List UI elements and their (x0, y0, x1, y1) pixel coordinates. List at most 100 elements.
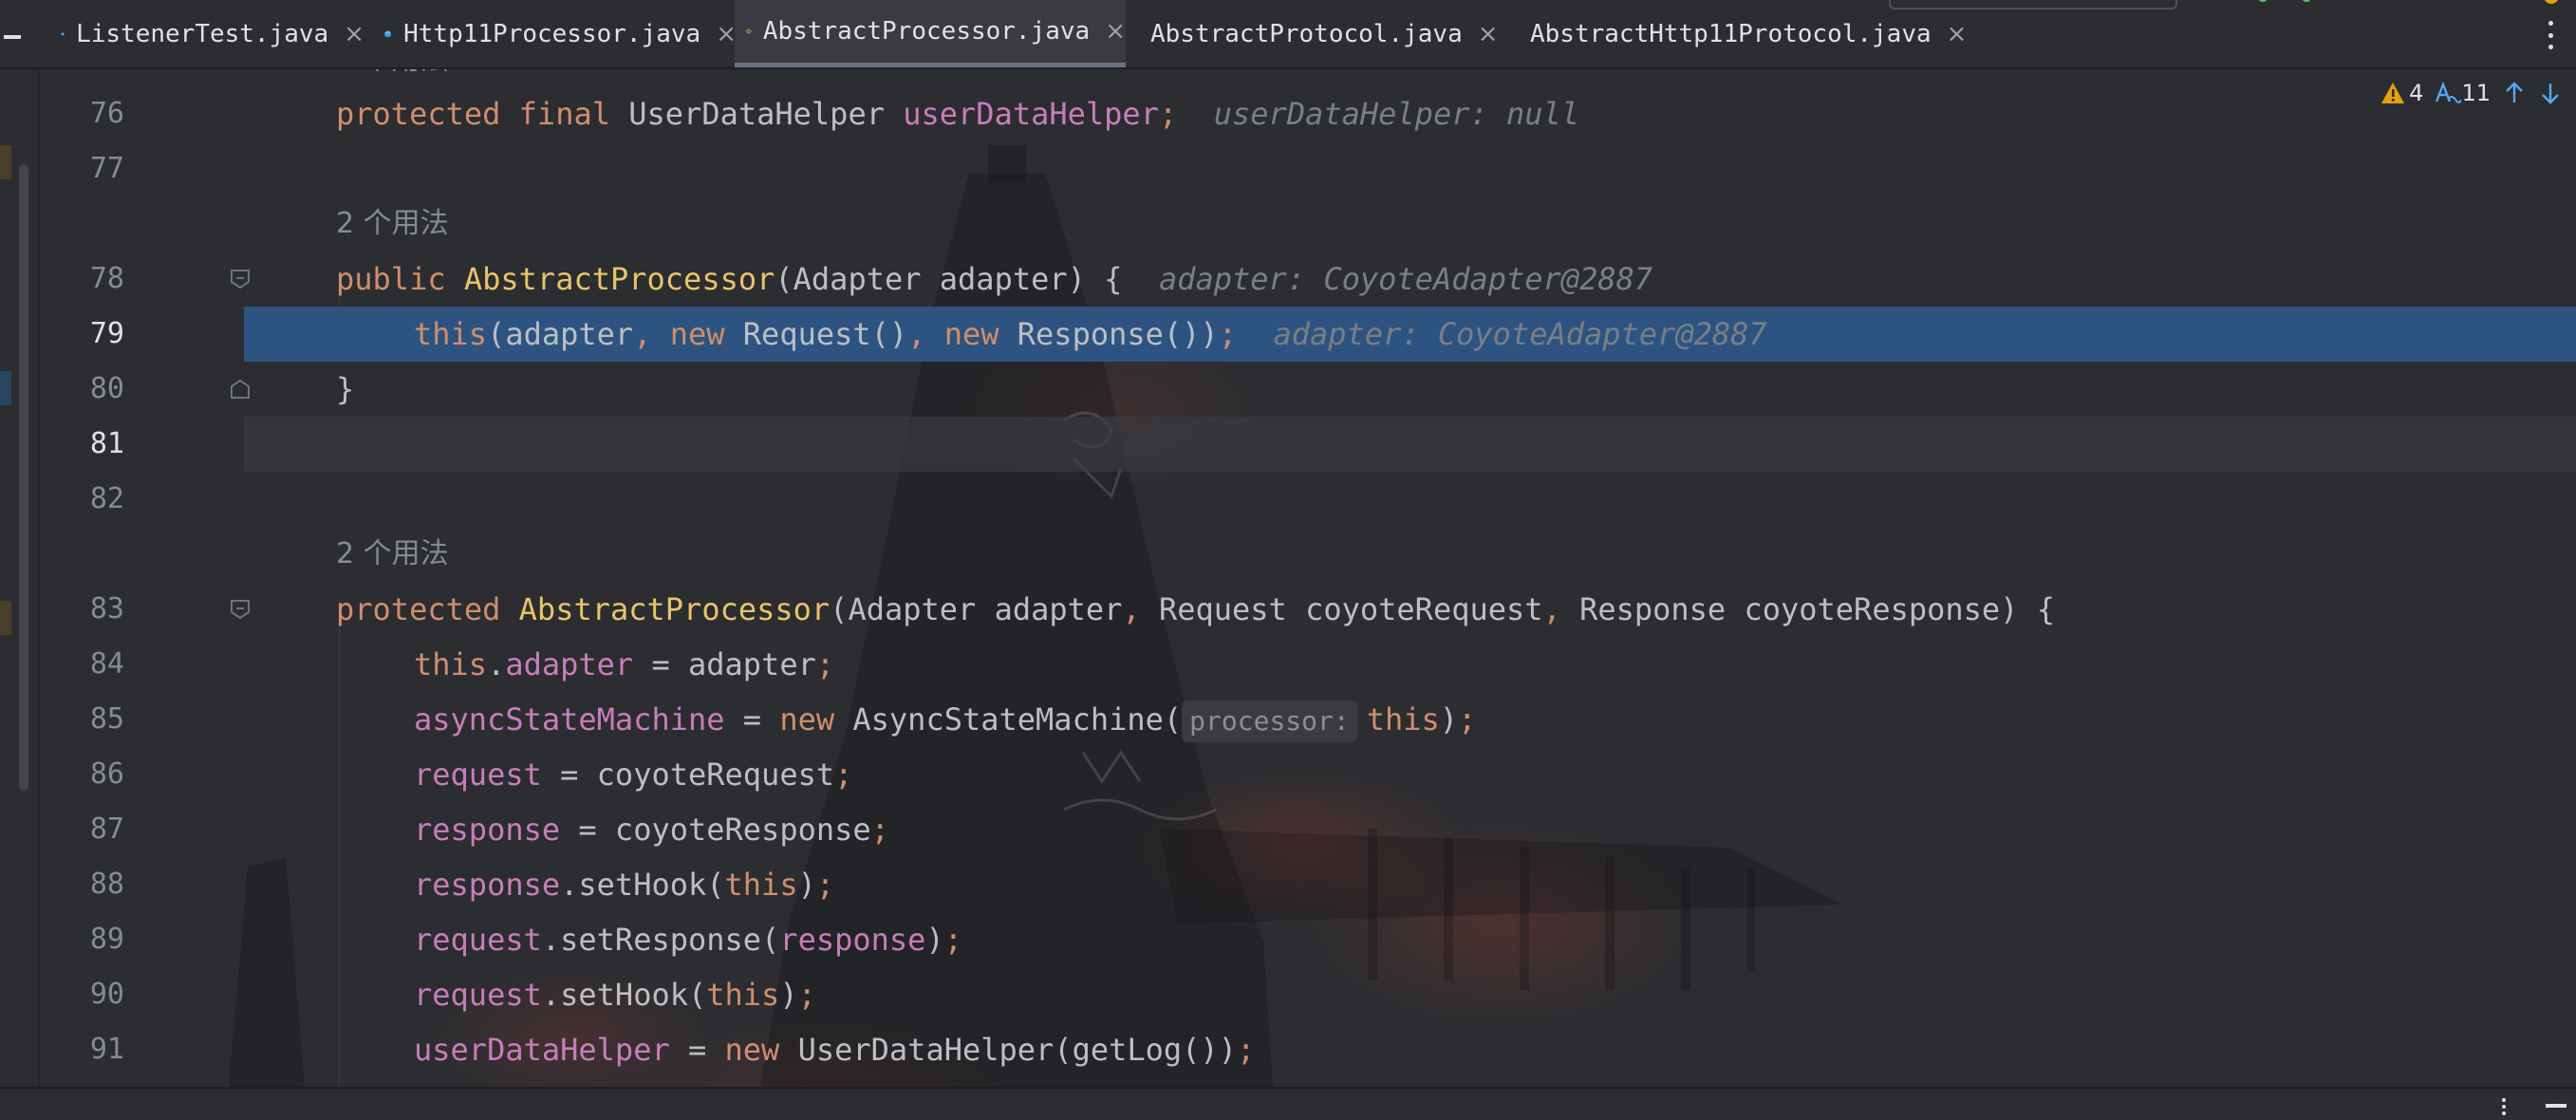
line-number[interactable]: 78 (67, 252, 124, 307)
tab-label: ListenerTest.java (76, 19, 329, 48)
code-line-84[interactable]: 84 this.adapter = adapter; (39, 637, 2576, 692)
code-line-77[interactable]: 77 (39, 141, 2576, 196)
line-number[interactable]: 85 (67, 692, 124, 747)
tab-menu-icon[interactable] (0, 28, 25, 46)
code-line-79-execution-point[interactable]: 79 this(adapter, new Request(), new Resp… (39, 307, 2576, 362)
code-text: protected AbstractProcessor(Adapter adap… (336, 591, 2055, 627)
tab-abstractprotocol[interactable]: AbstractProtocol.java × (1139, 0, 1499, 67)
line-number[interactable]: 76 (67, 86, 124, 141)
close-icon[interactable]: × (716, 20, 737, 48)
code-line-88[interactable]: 88 response.setHook(this); (39, 857, 2576, 912)
line-number[interactable]: 77 (67, 141, 124, 196)
code-text: public AbstractProcessor(Adapter adapter… (336, 261, 1653, 297)
fold-icon[interactable] (229, 598, 252, 621)
usage-hint-row: 2 个用法 (39, 196, 2576, 252)
more-tabs-icon[interactable] (2544, 21, 2557, 49)
line-number[interactable]: 80 (67, 362, 124, 417)
debug-inline-value: adapter: CoyoteAdapter@2887 (1158, 261, 1653, 297)
close-icon[interactable]: × (1947, 20, 1968, 48)
code-text: request = coyoteRequest; (414, 756, 853, 793)
tab-label: Http11Processor.java (403, 19, 701, 48)
usage-hint[interactable]: 2 个用法 (336, 196, 449, 252)
line-number[interactable]: 88 (67, 857, 124, 912)
line-number[interactable]: 83 (67, 582, 124, 637)
code-line-86[interactable]: 86 request = coyoteRequest; (39, 747, 2576, 802)
code-line-87[interactable]: 87 response = coyoteResponse; (39, 802, 2576, 857)
code-text: asyncStateMachine = new AsyncStateMachin… (414, 692, 1476, 747)
code-text: protected final UserDataHelper userDataH… (336, 96, 1580, 132)
left-marker (0, 371, 11, 405)
next-highlight-button[interactable] (2538, 81, 2563, 105)
tab-abstracthttp11protocol[interactable]: AbstractHttp11Protocol.java × (1519, 0, 1967, 67)
left-tool-strip: J (0, 69, 39, 1087)
usage-hint-row: 2 个用法 (39, 527, 2576, 582)
weak-warning-icon (2436, 81, 2462, 103)
fold-icon[interactable] (229, 268, 252, 290)
weak-warnings-counter[interactable]: 11 (2435, 80, 2491, 106)
arrow-up-icon (2506, 82, 2523, 103)
code-line-82[interactable]: 82 (39, 472, 2576, 527)
tab-label: AbstractHttp11Protocol.java (1530, 19, 1932, 48)
bottom-toolbar (0, 1087, 2576, 1120)
java-class-icon (384, 29, 391, 38)
code-line-78[interactable]: 78 public AbstractProcessor(Adapter adap… (39, 252, 2576, 307)
more-options-icon[interactable] (2502, 1098, 2508, 1115)
tab-label: AbstractProtocol.java (1150, 19, 1463, 48)
previous-highlight-button[interactable] (2502, 81, 2527, 105)
line-number[interactable]: 86 (67, 747, 124, 802)
line-number[interactable]: 90 (67, 967, 124, 1022)
close-icon[interactable]: × (344, 20, 364, 48)
usage-hint[interactable]: 1 个用法 (336, 69, 449, 88)
code-text: this.adapter = adapter; (414, 646, 835, 682)
left-scrollbar[interactable] (19, 164, 28, 791)
line-number[interactable]: 91 (67, 1022, 124, 1077)
abstract-class-icon (746, 28, 752, 34)
java-class-icon (61, 31, 65, 36)
code-line-85[interactable]: 85 asyncStateMachine = new AsyncStateMac… (39, 692, 2576, 747)
code-text: response.setHook(this); (414, 867, 835, 903)
close-icon[interactable]: × (1478, 20, 1499, 48)
code-line-91[interactable]: 91 userDataHelper = new UserDataHelper(g… (39, 1022, 2576, 1077)
code-text: response = coyoteResponse; (414, 812, 889, 848)
tab-label: AbstractProcessor.java (762, 17, 1091, 46)
warning-icon (2381, 83, 2405, 103)
arrow-down-icon (2542, 84, 2559, 104)
editor-tab-bar: ListenerTest.java × Http11Processor.java… (0, 0, 2576, 69)
code-editor[interactable]: 1 个用法 76 protected final UserDataHelper … (39, 69, 2576, 1087)
code-line-80[interactable]: 80 } (39, 362, 2576, 417)
parameter-hint: processor: (1182, 700, 1357, 742)
code-text: request.setHook(this); (414, 977, 816, 1013)
debug-inline-value: adapter: CoyoteAdapter@2887 (1273, 316, 1767, 352)
left-marker (0, 601, 11, 635)
usage-hint-row: 1 个用法 (39, 69, 2576, 88)
tab-abstractprocessor[interactable]: AbstractProcessor.java × (735, 0, 1126, 67)
left-marker (0, 145, 11, 179)
code-text: this(adapter, new Request(), new Respons… (414, 316, 1767, 352)
code-line-81-caret[interactable]: 81 (39, 417, 2576, 472)
close-icon[interactable]: × (1105, 17, 1126, 46)
inspections-widget[interactable]: 4 11 (2369, 74, 2563, 112)
code-text: request.setResponse(response); (414, 922, 962, 958)
usage-hint[interactable]: 2 个用法 (336, 527, 449, 582)
line-number[interactable]: 79 (67, 307, 124, 362)
notification-icon[interactable] (2544, 0, 2559, 4)
tab-http11processor[interactable]: Http11Processor.java × (383, 0, 737, 67)
code-line-89[interactable]: 89 request.setResponse(response); (39, 912, 2576, 967)
code-text: } (336, 371, 355, 407)
run-indicator (2259, 0, 2316, 4)
line-number[interactable]: 84 (67, 637, 124, 692)
fold-end-icon[interactable] (229, 378, 252, 401)
warnings-count: 4 (2409, 80, 2424, 106)
line-number[interactable]: 82 (67, 472, 124, 527)
code-line-90[interactable]: 90 request.setHook(this); (39, 967, 2576, 1022)
warnings-counter[interactable]: 4 (2380, 80, 2423, 106)
minimize-icon[interactable] (2546, 1104, 2567, 1108)
code-line-83[interactable]: 83 protected AbstractProcessor(Adapter a… (39, 582, 2576, 637)
debug-inline-value: userDataHelper: null (1213, 96, 1580, 132)
code-line-76[interactable]: 76 protected final UserDataHelper userDa… (39, 86, 2576, 141)
line-number[interactable]: 89 (67, 912, 124, 967)
line-number[interactable]: 87 (67, 802, 124, 857)
line-number[interactable]: 81 (67, 417, 124, 472)
tab-listenertest[interactable]: ListenerTest.java × (59, 0, 364, 67)
code-text: userDataHelper = new UserDataHelper(getL… (414, 1032, 1256, 1068)
